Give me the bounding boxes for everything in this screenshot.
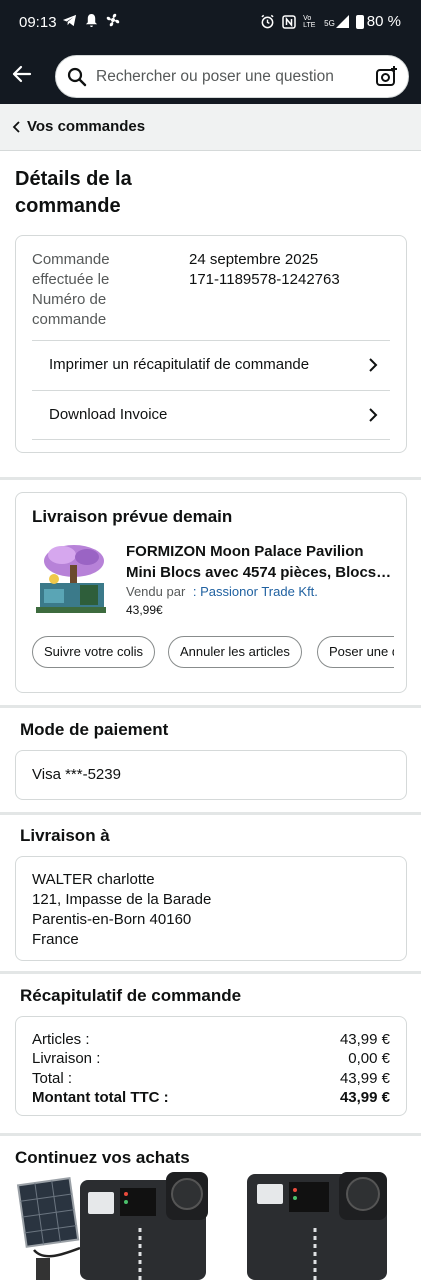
- order-number: 171-1189578-1242763: [189, 271, 340, 288]
- order-date: 24 septembre 2025: [189, 251, 319, 268]
- download-invoice-link[interactable]: Download Invoice: [32, 390, 390, 440]
- network-label: 5G: [324, 19, 335, 28]
- search-header: Rechercher ou poser une question: [0, 48, 421, 104]
- summary-row: Livraison : 0,00 €: [32, 1050, 390, 1070]
- continue-shopping-heading: Continuez vos achats: [15, 1148, 190, 1167]
- sold-by-label: Vendu par: [126, 584, 186, 599]
- order-label-line: Numéro de: [32, 291, 107, 308]
- camera-search-icon[interactable]: [375, 65, 399, 89]
- action-chips: Suivre votre colis Annuler les articles …: [32, 636, 394, 669]
- shipping-address-card: WALTER charlotte 121, Impasse de la Bara…: [15, 856, 407, 961]
- print-summary-link[interactable]: Imprimer un récapitulatif de commande: [32, 340, 390, 390]
- recommendation-item[interactable]: [14, 1172, 214, 1280]
- product-title-line1: FORMIZON Moon Palace Pavilion: [126, 543, 364, 560]
- shipping-heading: Livraison à: [20, 826, 110, 845]
- order-info-card: Commande effectuée le Numéro de commande…: [15, 235, 407, 453]
- download-invoice-label: Download Invoice: [49, 406, 168, 423]
- recommendation-item[interactable]: [245, 1172, 395, 1280]
- breadcrumb[interactable]: Vos commandes: [0, 104, 421, 151]
- summary-label: Montant total TTC :: [32, 1089, 169, 1106]
- summary-label: Total :: [32, 1070, 73, 1087]
- chevron-right-icon: [369, 358, 378, 372]
- print-summary-label: Imprimer un récapitulatif de commande: [49, 356, 310, 373]
- search-input[interactable]: Rechercher ou poser une question: [55, 55, 409, 98]
- status-time: 09:13: [19, 14, 57, 31]
- order-labels: Commande effectuée le Numéro de commande: [32, 250, 172, 330]
- summary-value: 43,99 €: [339, 1089, 390, 1106]
- summary-total-row: Montant total TTC : 43,99 €: [32, 1089, 390, 1109]
- product-price: 43,99€: [126, 603, 163, 617]
- track-package-button[interactable]: Suivre votre colis: [32, 636, 155, 668]
- address-line: 121, Impasse de la Barade: [32, 891, 212, 908]
- product-image[interactable]: [32, 539, 110, 617]
- summary-row: Total : 43,99 €: [32, 1070, 390, 1090]
- telegram-icon: [62, 14, 77, 27]
- recommendation-image: [16, 1172, 208, 1280]
- battery-indicator: 80 %: [355, 13, 401, 30]
- cancel-items-button[interactable]: Annuler les articles: [168, 636, 302, 668]
- volte-icon: Vo LTE: [303, 14, 316, 29]
- delivery-card: Livraison prévue demain FORMIZON Moon Pa…: [15, 492, 407, 693]
- summary-heading: Récapitulatif de commande: [20, 986, 242, 1005]
- address-line: WALTER charlotte: [32, 871, 155, 888]
- summary-value: 43,99 €: [339, 1070, 390, 1087]
- product-title[interactable]: FORMIZON Moon Palace Pavilion Mini Blocs…: [126, 541, 396, 583]
- section-divider: [0, 1133, 421, 1136]
- order-label-line: effectuée le: [32, 271, 110, 288]
- summary-row: Articles : 43,99 €: [32, 1031, 390, 1051]
- signal-5g-icon: 5G: [324, 15, 349, 28]
- payment-card: Visa ***-5239: [15, 750, 407, 800]
- page-title: Détails de la commande: [15, 166, 215, 220]
- search-icon: [67, 67, 87, 87]
- summary-value: 0,00 €: [348, 1050, 390, 1067]
- alarm-icon: [261, 14, 274, 29]
- battery-level: 80 %: [366, 13, 401, 30]
- order-label-line: Commande: [32, 251, 110, 268]
- summary-value: 43,99 €: [339, 1031, 390, 1048]
- sold-by: Vendu par : Passionor Trade Kft.: [126, 584, 318, 599]
- summary-label: Articles :: [32, 1031, 90, 1048]
- order-summary-card: Articles : 43,99 € Livraison : 0,00 € To…: [15, 1016, 407, 1116]
- chevron-left-icon: [12, 121, 20, 133]
- payment-method: Visa ***-5239: [32, 766, 121, 783]
- summary-label: Livraison :: [32, 1050, 101, 1067]
- fan-icon: [106, 13, 120, 27]
- page-title-line2: commande: [15, 195, 121, 217]
- search-placeholder: Rechercher ou poser une question: [96, 68, 334, 85]
- delivery-heading: Livraison prévue demain: [32, 507, 233, 526]
- address-line: Parentis-en-Born 40160: [32, 911, 192, 928]
- back-arrow-icon[interactable]: [10, 62, 34, 86]
- address-line: France: [32, 931, 79, 948]
- battery-icon: [355, 14, 364, 29]
- breadcrumb-link[interactable]: Vos commandes: [27, 118, 145, 135]
- section-divider: [0, 971, 421, 974]
- section-divider: [0, 812, 421, 815]
- nfc-icon: [282, 14, 296, 29]
- order-values: 24 septembre 2025 171-1189578-1242763: [189, 250, 340, 290]
- bell-icon: [85, 14, 98, 27]
- section-divider: [0, 705, 421, 708]
- chevron-right-icon: [369, 408, 378, 422]
- status-bar: 09:13 Vo LTE 5G 80 %: [0, 0, 421, 48]
- section-divider: [0, 477, 421, 480]
- payment-heading: Mode de paiement: [20, 720, 169, 739]
- product-title-line2: Mini Blocs avec 4574 pièces, Blocs…: [126, 564, 392, 581]
- seller-link[interactable]: : Passionor Trade Kft.: [193, 584, 318, 599]
- page-title-line1: Détails de la: [15, 168, 132, 190]
- recommendation-image: [247, 1172, 387, 1280]
- order-label-line: commande: [32, 311, 107, 328]
- ask-question-button[interactable]: Poser une question: [317, 636, 394, 668]
